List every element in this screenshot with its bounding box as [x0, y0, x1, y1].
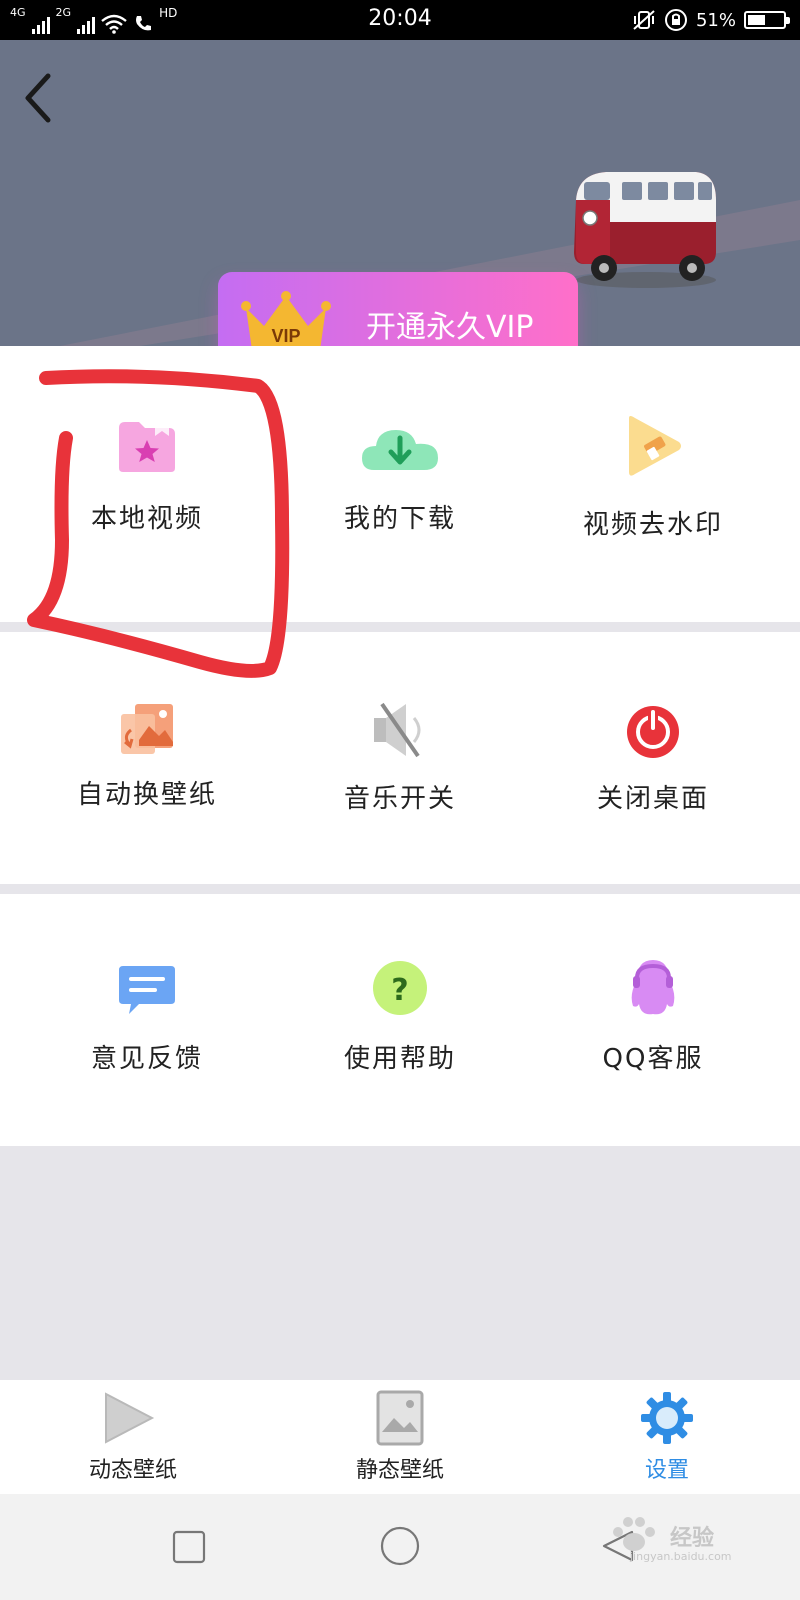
play-eraser-icon: [629, 416, 681, 476]
grid-item-music-toggle[interactable]: 音乐开关: [267, 632, 533, 884]
home-button[interactable]: [380, 1526, 420, 1566]
grid-item-close-desktop[interactable]: 关闭桌面: [520, 632, 786, 884]
grid-item-remove-watermark[interactable]: 视频去水印: [520, 346, 786, 622]
grid-item-qq-support[interactable]: QQ客服: [520, 894, 786, 1146]
grid-item-label: 使用帮助: [343, 1044, 456, 1074]
question-circle-icon: ?: [373, 961, 427, 1015]
grid-item-label: 意见反馈: [90, 1044, 203, 1074]
grid-item-my-downloads[interactable]: 我的下载: [267, 346, 533, 622]
back-button[interactable]: [14, 64, 64, 134]
grid-item-label: 视频去水印: [582, 510, 723, 540]
tab-label: 设置: [644, 1458, 689, 1483]
folder-star-icon: [119, 422, 175, 472]
crown-label: VIP: [271, 326, 300, 346]
grid-item-label: 自动换壁纸: [76, 780, 217, 810]
play-icon: [105, 1392, 155, 1444]
grid-item-feedback[interactable]: 意见反馈: [14, 894, 280, 1146]
image-icon: [376, 1390, 424, 1446]
vip-button-label: 开通永久VIP: [366, 310, 534, 345]
recent-apps-button[interactable]: [172, 1530, 206, 1564]
tab-label: 静态壁纸: [355, 1458, 444, 1483]
grid-item-label: 我的下载: [343, 504, 456, 534]
grid-item-label: 本地视频: [90, 504, 203, 534]
chat-bubble-icon: [119, 966, 175, 1014]
paw-logo-icon: [613, 1517, 655, 1551]
battery-icon: [744, 11, 790, 29]
power-icon: [627, 706, 679, 758]
gear-icon: [641, 1392, 693, 1444]
status-bar: 4G 2G HD 20:04 51%: [0, 0, 800, 40]
watermark-url: jingyan.baidu.com: [630, 1550, 732, 1563]
grid-item-local-video[interactable]: 本地视频: [14, 346, 280, 622]
bottom-navigation: 动态壁纸 静态壁纸 设置: [0, 1380, 800, 1494]
van-illustration: [574, 172, 716, 288]
section-settings: 自动换壁纸 音乐开关 关闭桌面: [0, 632, 800, 884]
grid-item-auto-wallpaper[interactable]: 自动换壁纸: [14, 632, 280, 884]
status-right: 51%: [632, 6, 790, 34]
section-media: 本地视频 我的下载 视频去水印: [0, 346, 800, 622]
tab-live-wallpaper[interactable]: 动态壁纸: [0, 1380, 266, 1494]
tab-static-wallpaper[interactable]: 静态壁纸: [267, 1380, 533, 1494]
grid-item-label: 音乐开关: [343, 784, 456, 814]
tab-label: 动态壁纸: [88, 1458, 177, 1483]
tab-settings[interactable]: 设置: [534, 1380, 800, 1494]
battery-percent: 51%: [695, 9, 736, 31]
grid-item-help[interactable]: ? 使用帮助: [267, 894, 533, 1146]
svg-text:?: ?: [391, 973, 408, 1008]
baidu-watermark: 经验 jingyan.baidu.com: [600, 1514, 760, 1574]
grid-item-label: 关闭桌面: [596, 784, 709, 814]
cloud-download-icon: [362, 430, 438, 470]
watermark-text: 经验: [670, 1526, 715, 1551]
qq-penguin-icon: [631, 960, 675, 1015]
rotation-lock-icon: [664, 9, 687, 31]
chevron-left-icon: [25, 73, 51, 123]
grid-item-label: QQ客服: [602, 1044, 704, 1074]
section-support: 意见反馈 ? 使用帮助 QQ客服: [0, 894, 800, 1146]
vibrate-icon: [633, 10, 655, 30]
image-swap-icon: [121, 704, 173, 754]
speaker-muted-icon: [374, 702, 421, 758]
